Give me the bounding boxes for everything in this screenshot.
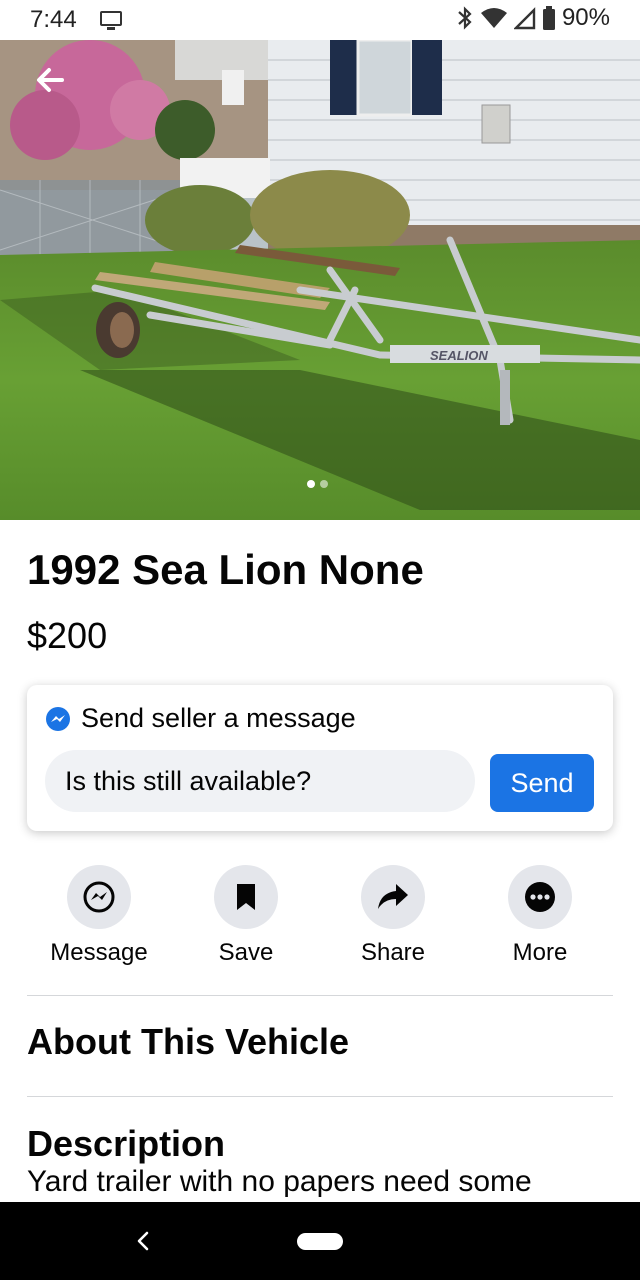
signal-icon xyxy=(513,7,536,30)
message-seller-card: Send seller a message Is this still avai… xyxy=(27,685,613,831)
message-card-header: Send seller a message xyxy=(45,703,356,734)
status-icons: 90% xyxy=(456,4,610,32)
save-action-button[interactable]: Save xyxy=(176,865,316,967)
bluetooth-icon xyxy=(458,6,472,30)
messenger-icon xyxy=(46,706,70,731)
battery-icon xyxy=(542,6,555,30)
wifi-icon xyxy=(480,8,507,28)
listing-price: $200 xyxy=(27,615,108,656)
cast-icon xyxy=(100,11,122,30)
more-dots-icon xyxy=(525,882,555,912)
message-action-button[interactable]: Message xyxy=(29,865,169,967)
divider xyxy=(27,1096,613,1097)
description-text: Yard trailer with no papers need some xyxy=(27,1165,532,1198)
more-action-button[interactable]: More xyxy=(470,865,610,967)
listing-photo[interactable]: SEALION xyxy=(0,40,640,520)
nav-home-pill[interactable] xyxy=(297,1233,343,1250)
send-button[interactable]: Send xyxy=(490,754,594,812)
about-vehicle-heading: About This Vehicle xyxy=(27,1021,350,1062)
system-nav-bar xyxy=(0,1202,640,1280)
pagination-dot xyxy=(320,480,328,488)
more-action-circle xyxy=(508,865,572,929)
status-bar: 7:44 90% xyxy=(0,0,640,40)
share-action-label: Share xyxy=(360,939,426,966)
listing-title: 1992 Sea Lion None xyxy=(27,546,424,593)
nav-back-icon[interactable] xyxy=(133,1229,153,1253)
message-card-heading: Send seller a message xyxy=(81,703,356,733)
action-row: Message Save Share More xyxy=(0,865,640,975)
messenger-icon xyxy=(83,881,115,913)
share-action-button[interactable]: Share xyxy=(323,865,463,967)
message-action-circle xyxy=(67,865,131,929)
description-heading: Description xyxy=(27,1123,226,1164)
battery-percent: 90% xyxy=(561,4,610,31)
trailer-photo: SEALION xyxy=(0,40,640,520)
share-action-circle xyxy=(361,865,425,929)
save-action-circle xyxy=(214,865,278,929)
divider xyxy=(27,995,613,996)
status-time: 7:44 xyxy=(30,6,77,33)
trailer-brand-text: SEALION xyxy=(430,348,488,363)
back-arrow-icon[interactable] xyxy=(32,62,68,98)
photo-pagination xyxy=(307,480,328,488)
more-action-label: More xyxy=(512,939,568,966)
share-arrow-icon xyxy=(378,884,408,909)
message-action-label: Message xyxy=(50,939,148,966)
bookmark-icon xyxy=(237,884,255,910)
message-input[interactable]: Is this still available? xyxy=(45,750,475,812)
pagination-dot-active xyxy=(307,480,315,488)
save-action-label: Save xyxy=(218,939,274,966)
